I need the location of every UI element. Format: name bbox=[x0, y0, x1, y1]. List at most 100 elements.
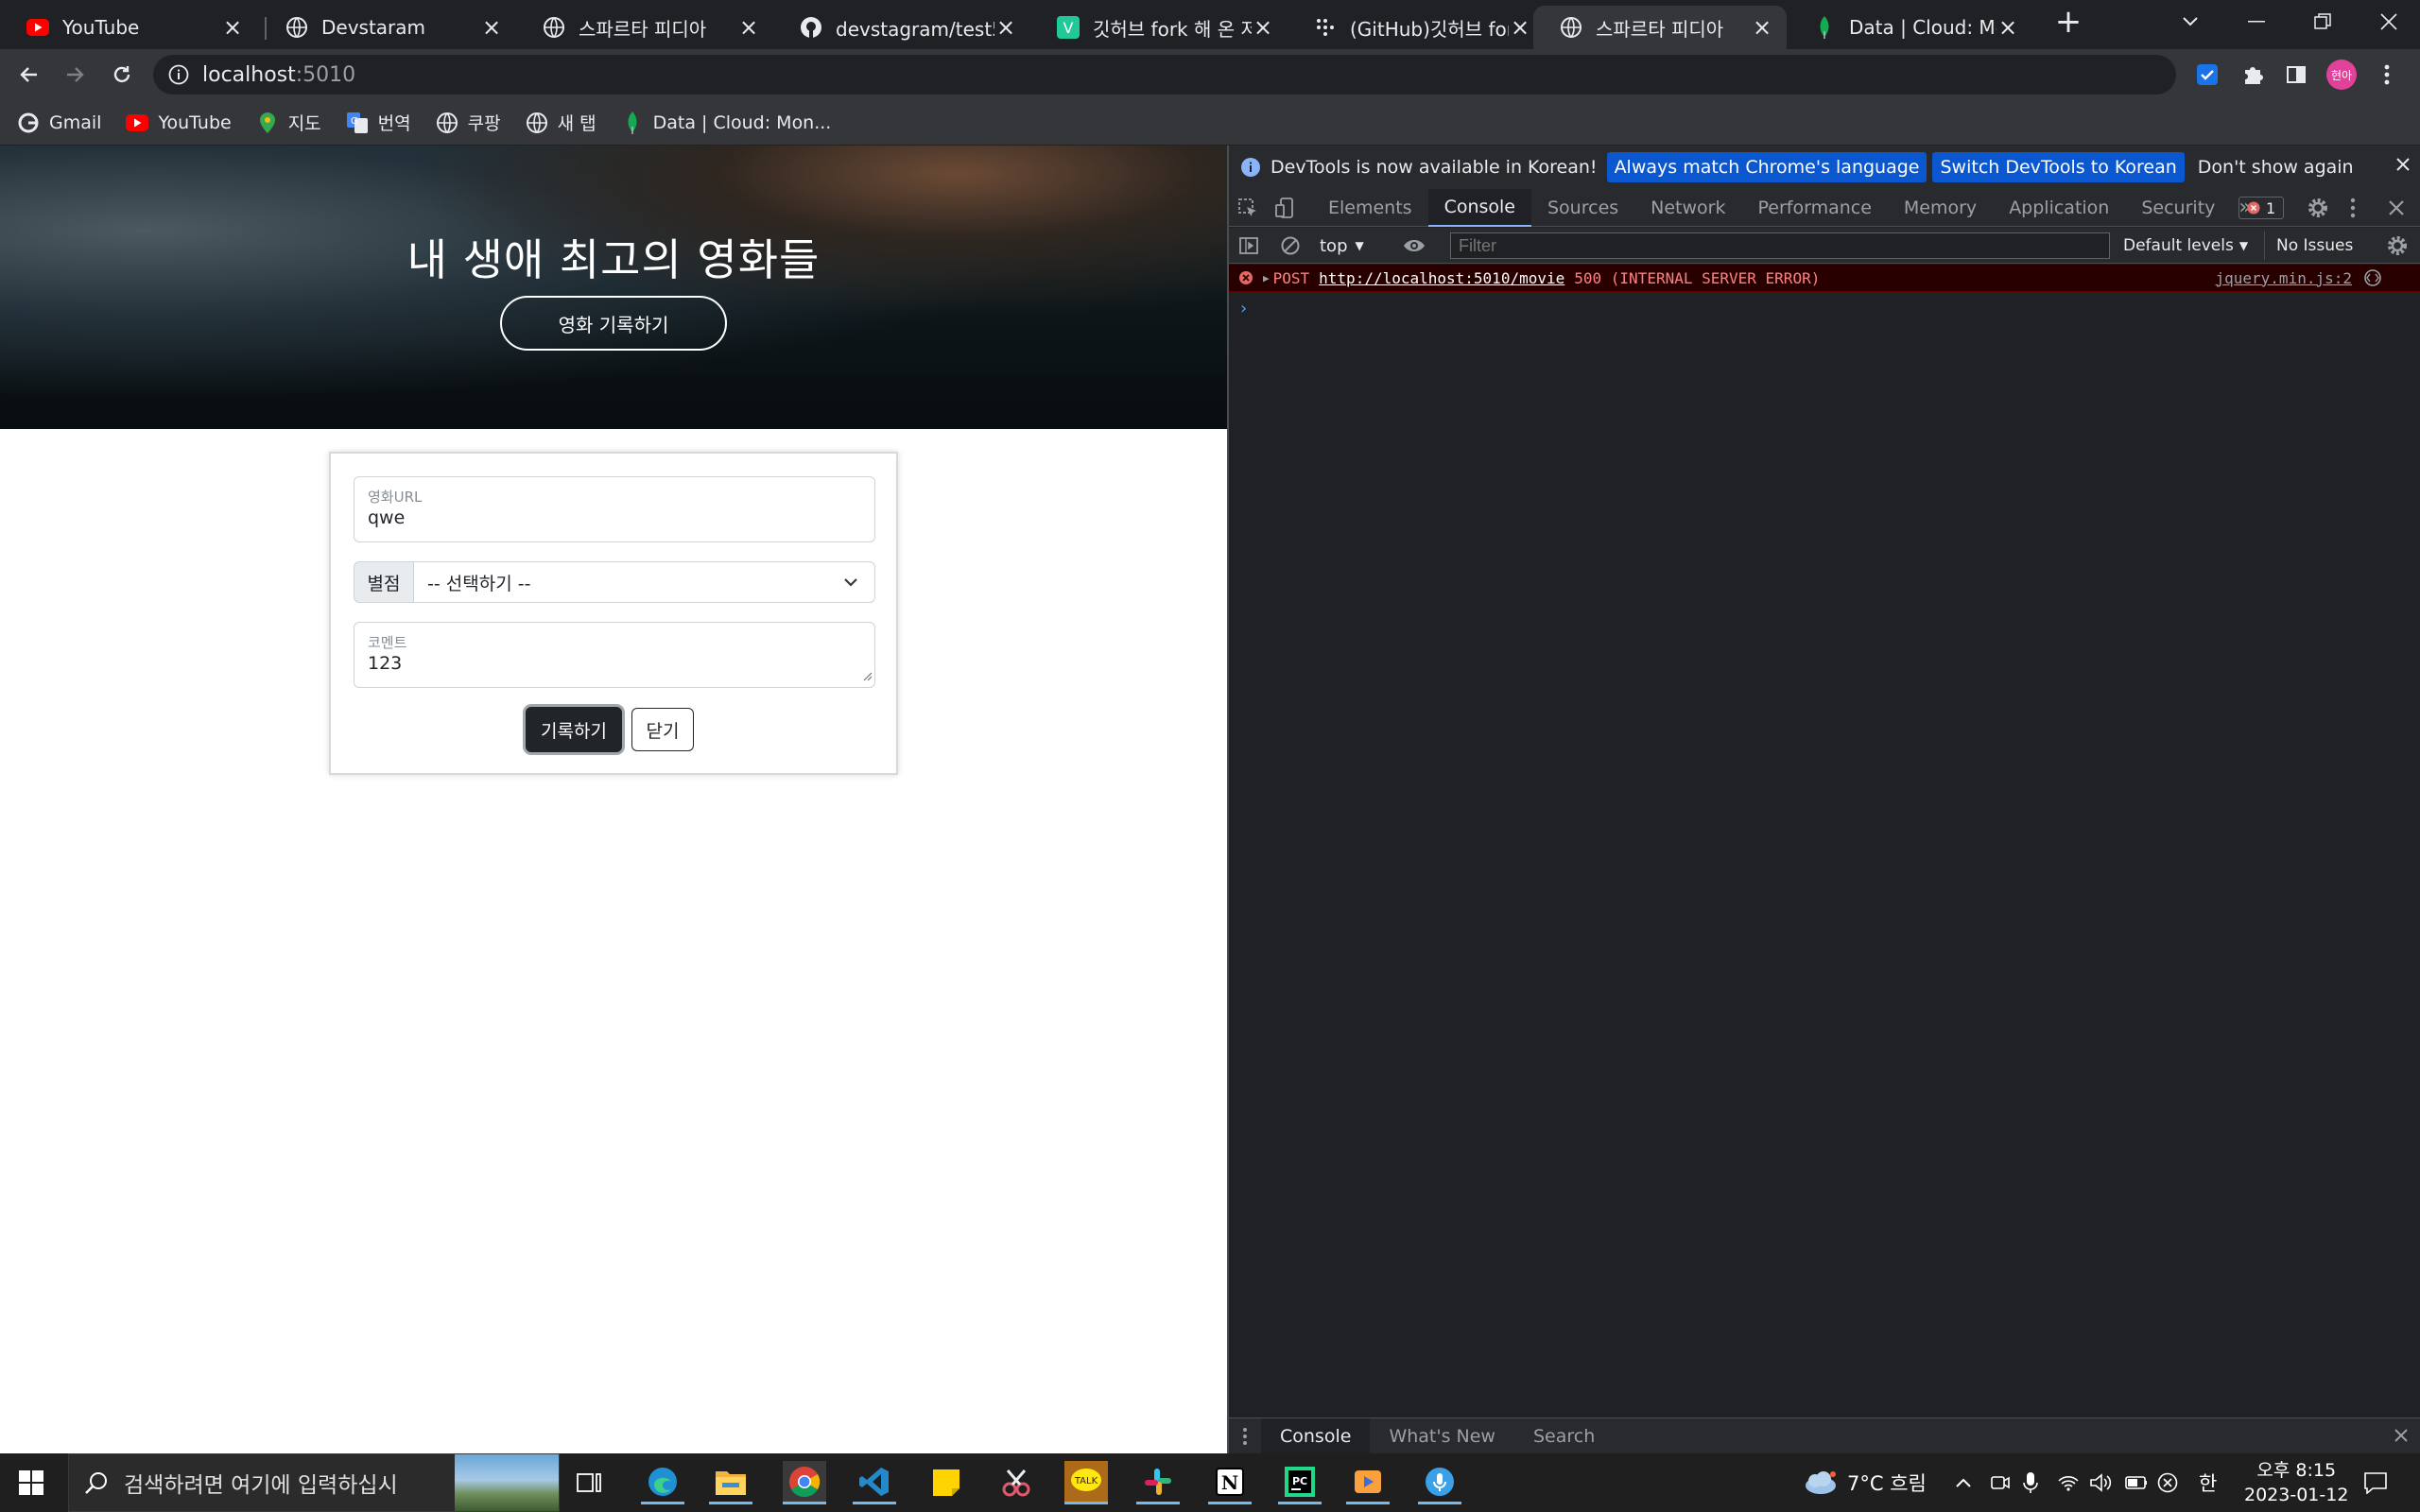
mic-app-icon[interactable] bbox=[1418, 1461, 1461, 1504]
back-arrow-icon[interactable] bbox=[11, 57, 47, 93]
live-expression-eye-icon[interactable] bbox=[1403, 235, 1426, 256]
bookmark-new-tab[interactable]: 새 탭 bbox=[526, 110, 596, 135]
browser-tab-sparta[interactable]: 스파르타 피디아 × bbox=[516, 6, 773, 49]
pycharm-icon[interactable]: PC bbox=[1278, 1461, 1322, 1504]
tab-search-chevron-icon[interactable] bbox=[2155, 0, 2225, 43]
bookmark-translate[interactable]: G 번역 bbox=[346, 110, 411, 135]
log-levels-dropdown[interactable]: Default levels ▼ bbox=[2123, 233, 2248, 258]
profile-avatar[interactable]: 현아 bbox=[2324, 57, 2360, 93]
file-explorer-icon[interactable] bbox=[709, 1461, 752, 1504]
microphone-icon[interactable] bbox=[2023, 1453, 2038, 1512]
close-tab-icon[interactable]: × bbox=[1509, 16, 1531, 39]
comment-field[interactable]: 코멘트 123 bbox=[354, 622, 875, 688]
close-banner-icon[interactable] bbox=[2395, 157, 2411, 172]
browser-tab-youtube[interactable]: YouTube × bbox=[0, 6, 257, 49]
close-window-button[interactable] bbox=[2354, 0, 2420, 43]
extensions-puzzle-icon[interactable] bbox=[2235, 57, 2271, 93]
browser-tab-notion[interactable]: (GitHub)깃허브 fork × bbox=[1288, 6, 1545, 49]
devtools-tab-security[interactable]: Security bbox=[2125, 189, 2231, 227]
bookmark-coupang[interactable]: 쿠팡 bbox=[436, 110, 501, 135]
menu-kebab-icon[interactable] bbox=[2369, 57, 2405, 93]
record-movie-button[interactable]: 영화 기록하기 bbox=[500, 296, 727, 351]
media-player-icon[interactable] bbox=[1346, 1461, 1390, 1504]
resize-handle-icon[interactable] bbox=[861, 667, 873, 685]
extension-check-icon[interactable] bbox=[2189, 57, 2225, 93]
clock[interactable]: 오후 8:15 2023-01-12 bbox=[2244, 1453, 2348, 1512]
sidebar-toggle-icon[interactable] bbox=[1238, 235, 1259, 256]
windows-start-icon[interactable] bbox=[19, 1470, 43, 1495]
side-panel-icon[interactable] bbox=[2278, 57, 2314, 93]
devtools-tab-sources[interactable]: Sources bbox=[1531, 189, 1634, 227]
address-bar[interactable]: localhost:5010 bbox=[153, 55, 2176, 94]
network-wifi-icon[interactable] bbox=[2057, 1453, 2080, 1512]
browser-tab-github[interactable]: devstagram/test5: 시 × bbox=[773, 6, 1030, 49]
close-tab-icon[interactable]: × bbox=[737, 16, 760, 39]
submit-record-button[interactable]: 기록하기 bbox=[526, 707, 622, 752]
battery-icon[interactable] bbox=[2123, 1453, 2148, 1512]
search-in-network-icon[interactable] bbox=[2363, 268, 2382, 287]
snipping-tool-icon[interactable] bbox=[994, 1461, 1038, 1504]
close-tab-icon[interactable]: × bbox=[1996, 16, 2019, 39]
issues-counter[interactable]: No Issues bbox=[2276, 233, 2353, 258]
error-request-url[interactable]: http://localhost:5010/movie bbox=[1319, 269, 1564, 287]
console-settings-gear-icon[interactable] bbox=[2386, 234, 2409, 257]
kakaotalk-icon[interactable]: TALK bbox=[1064, 1461, 1108, 1504]
switch-to-korean-button[interactable]: Switch DevTools to Korean bbox=[1932, 152, 2185, 182]
vscode-icon[interactable] bbox=[853, 1461, 896, 1504]
sticky-notes-icon[interactable] bbox=[925, 1461, 968, 1504]
devtools-tab-memory[interactable]: Memory bbox=[1888, 189, 1993, 227]
volume-icon[interactable] bbox=[2089, 1453, 2112, 1512]
devtools-tab-console[interactable]: Console bbox=[1427, 188, 1531, 227]
drawer-menu-kebab-icon[interactable] bbox=[1229, 1426, 1261, 1447]
drawer-tab-console[interactable]: Console bbox=[1261, 1418, 1371, 1454]
browser-tab-devstaram[interactable]: Devstaram × bbox=[259, 6, 516, 49]
status-error-icon[interactable] bbox=[2157, 1453, 2178, 1512]
camera-icon[interactable] bbox=[1991, 1453, 2010, 1512]
close-tab-icon[interactable]: × bbox=[480, 16, 503, 39]
slack-icon[interactable] bbox=[1136, 1461, 1180, 1504]
task-view-icon[interactable] bbox=[567, 1461, 611, 1504]
ime-indicator[interactable]: 한 bbox=[2199, 1453, 2217, 1512]
inspect-element-icon[interactable] bbox=[1229, 198, 1267, 218]
close-tab-icon[interactable]: × bbox=[221, 16, 244, 39]
chrome-icon[interactable] bbox=[783, 1461, 826, 1504]
notification-center-icon[interactable] bbox=[2363, 1453, 2388, 1512]
close-form-button[interactable]: 닫기 bbox=[631, 708, 694, 751]
console-filter-input[interactable] bbox=[1450, 232, 2110, 259]
devtools-tab-performance[interactable]: Performance bbox=[1742, 189, 1888, 227]
devtools-tab-elements[interactable]: Elements bbox=[1312, 189, 1428, 227]
close-tab-icon[interactable]: × bbox=[994, 16, 1017, 39]
drawer-tab-whats-new[interactable]: What's New bbox=[1370, 1418, 1514, 1454]
restore-window-button[interactable] bbox=[2288, 0, 2358, 43]
close-devtools-icon[interactable] bbox=[2388, 199, 2405, 216]
clear-console-icon[interactable] bbox=[1280, 235, 1301, 256]
reload-icon[interactable] bbox=[104, 57, 140, 93]
weather-widget[interactable]: 7°C 흐림 bbox=[1802, 1453, 1927, 1512]
browser-tab-mongodb[interactable]: Data | Cloud: Mongo × bbox=[1787, 6, 2032, 49]
error-count-badge[interactable]: 1 bbox=[2238, 197, 2285, 219]
dont-show-again-button[interactable]: Don't show again bbox=[2190, 152, 2361, 182]
close-drawer-icon[interactable] bbox=[2394, 1428, 2409, 1443]
always-match-language-button[interactable]: Always match Chrome's language bbox=[1606, 152, 1927, 182]
browser-tab-sparta-active[interactable]: 스파르타 피디아 × bbox=[1533, 6, 1787, 49]
bookmark-youtube[interactable]: YouTube bbox=[126, 112, 232, 134]
minimize-window-button[interactable] bbox=[2221, 0, 2291, 43]
notion-app-icon[interactable]: N bbox=[1208, 1461, 1252, 1504]
devtools-menu-kebab-icon[interactable] bbox=[2350, 197, 2356, 219]
browser-tab-velog[interactable]: V 깃허브 fork 해 온 저 × bbox=[1030, 6, 1288, 49]
close-tab-icon[interactable]: × bbox=[1252, 16, 1274, 39]
site-info-icon[interactable] bbox=[168, 64, 189, 85]
taskbar-search-box[interactable]: 검색하려면 여기에 입력하십시 bbox=[68, 1453, 560, 1512]
bookmark-mongodb[interactable]: Data | Cloud: Mon... bbox=[621, 111, 831, 134]
device-toolbar-icon[interactable] bbox=[1267, 197, 1305, 218]
devtools-tab-application[interactable]: Application bbox=[1993, 189, 2125, 227]
expand-triangle-icon[interactable]: ▶ bbox=[1263, 272, 1270, 284]
error-source-link[interactable]: jquery.min.js:2 bbox=[2216, 269, 2353, 287]
close-tab-icon[interactable]: × bbox=[1751, 16, 1773, 39]
devtools-tab-network[interactable]: Network bbox=[1634, 189, 1741, 227]
tray-overflow-chevron-icon[interactable] bbox=[1955, 1453, 1972, 1512]
settings-gear-icon[interactable] bbox=[2307, 197, 2329, 219]
console-prompt-chevron-icon[interactable]: › bbox=[1240, 299, 1247, 318]
drawer-tab-search[interactable]: Search bbox=[1514, 1418, 1614, 1454]
bookmark-maps[interactable]: 지도 bbox=[256, 110, 321, 135]
